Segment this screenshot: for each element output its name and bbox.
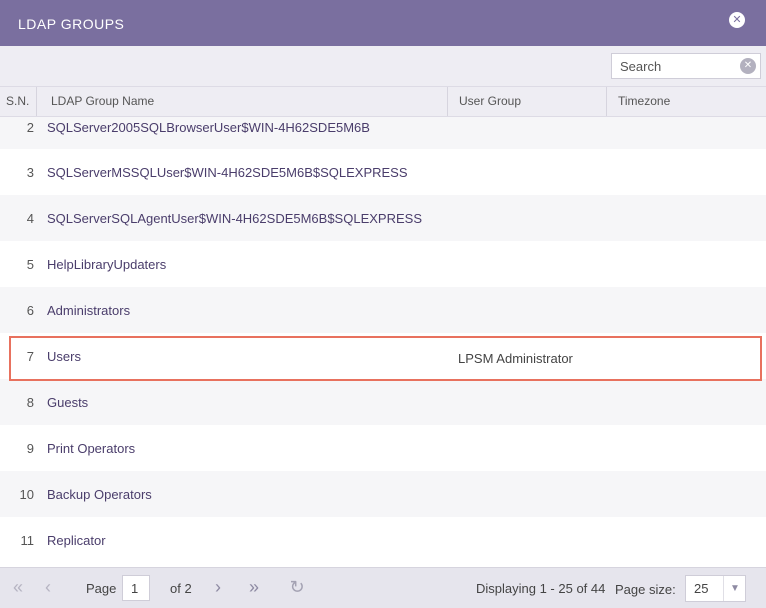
row-group-name: SQLServerSQLAgentUser$WIN-4H62SDE5M6B$SQ… xyxy=(47,211,422,226)
search-box: ✕ xyxy=(611,53,761,79)
table-row[interactable]: 6 Administrators xyxy=(0,287,766,333)
row-sn: 8 xyxy=(26,395,34,410)
row-group-name: HelpLibraryUpdaters xyxy=(47,257,167,272)
dialog-title: LDAP GROUPS xyxy=(18,16,125,32)
last-page-icon[interactable]: » xyxy=(243,576,265,598)
row-sn: 10 xyxy=(19,487,34,502)
row-sn: 3 xyxy=(26,165,34,180)
prev-page-icon[interactable]: ‹ xyxy=(40,576,56,598)
row-group-name: SQLServerMSSQLUser$WIN-4H62SDE5M6B$SQLEX… xyxy=(47,165,408,180)
row-group-name: Backup Operators xyxy=(47,487,152,502)
row-sn: 7 xyxy=(26,349,34,364)
table-row[interactable]: 7 Users LPSM Administrator xyxy=(0,333,766,379)
column-divider xyxy=(36,87,37,116)
chevron-down-icon[interactable]: ▼ xyxy=(723,576,746,601)
row-group-name: Administrators xyxy=(47,303,131,318)
row-group-name: Print Operators xyxy=(47,441,136,456)
column-header-sn[interactable]: S.N. xyxy=(6,87,29,116)
page-count: of 2 xyxy=(170,581,192,596)
table-row[interactable]: 8 Guests xyxy=(0,379,766,425)
row-sn: 4 xyxy=(26,211,34,226)
refresh-icon[interactable]: ↻ xyxy=(286,576,308,598)
row-sn: 5 xyxy=(26,257,34,272)
row-group-name: Guests xyxy=(47,395,89,410)
row-sn: 11 xyxy=(20,533,35,548)
table-row[interactable]: 5 HelpLibraryUpdaters xyxy=(0,241,766,287)
table-row[interactable]: 4 SQLServerSQLAgentUser$WIN-4H62SDE5M6B$… xyxy=(0,195,766,241)
page-size-value: 25 xyxy=(694,581,709,596)
dialog-titlebar: LDAP GROUPS ✕ xyxy=(0,0,766,46)
table-row[interactable]: 3 SQLServerMSSQLUser$WIN-4H62SDE5M6B$SQL… xyxy=(0,149,766,195)
column-header-name[interactable]: LDAP Group Name xyxy=(51,87,154,116)
row-group-name: Replicator xyxy=(47,533,106,548)
table-row[interactable]: 2 SQLServer2005SQLBrowserUser$WIN-4H62SD… xyxy=(0,117,766,149)
row-sn: 2 xyxy=(26,120,34,135)
page-number-input[interactable] xyxy=(122,575,150,601)
table-body: 2 SQLServer2005SQLBrowserUser$WIN-4H62SD… xyxy=(0,117,766,567)
close-icon[interactable]: ✕ xyxy=(729,12,745,28)
row-sn: 9 xyxy=(26,441,34,456)
table-row[interactable]: 10 Backup Operators xyxy=(0,471,766,517)
row-group-name: SQLServer2005SQLBrowserUser$WIN-4H62SDE5… xyxy=(47,120,370,135)
table-row[interactable]: 11 Replicator xyxy=(0,517,766,563)
first-page-icon[interactable]: « xyxy=(8,576,28,598)
column-divider xyxy=(606,87,607,116)
displaying-status: Displaying 1 - 25 of 44 xyxy=(476,581,606,596)
search-input[interactable] xyxy=(612,54,734,78)
clear-icon[interactable]: ✕ xyxy=(740,58,756,74)
page-label: Page xyxy=(86,581,117,596)
next-page-icon[interactable]: › xyxy=(210,576,226,598)
column-divider xyxy=(447,87,448,116)
page-size-label: Page size: xyxy=(615,582,676,597)
row-group-name: Users xyxy=(47,349,81,364)
row-sn: 6 xyxy=(26,303,34,318)
table-header: S.N. LDAP Group Name User Group Timezone xyxy=(0,86,766,117)
page-size-select[interactable]: 25 ▼ xyxy=(685,575,746,602)
table-row[interactable]: 9 Print Operators xyxy=(0,425,766,471)
column-header-timezone[interactable]: Timezone xyxy=(618,87,670,116)
row-user-group: LPSM Administrator xyxy=(458,351,573,366)
column-header-user-group[interactable]: User Group xyxy=(459,87,521,116)
